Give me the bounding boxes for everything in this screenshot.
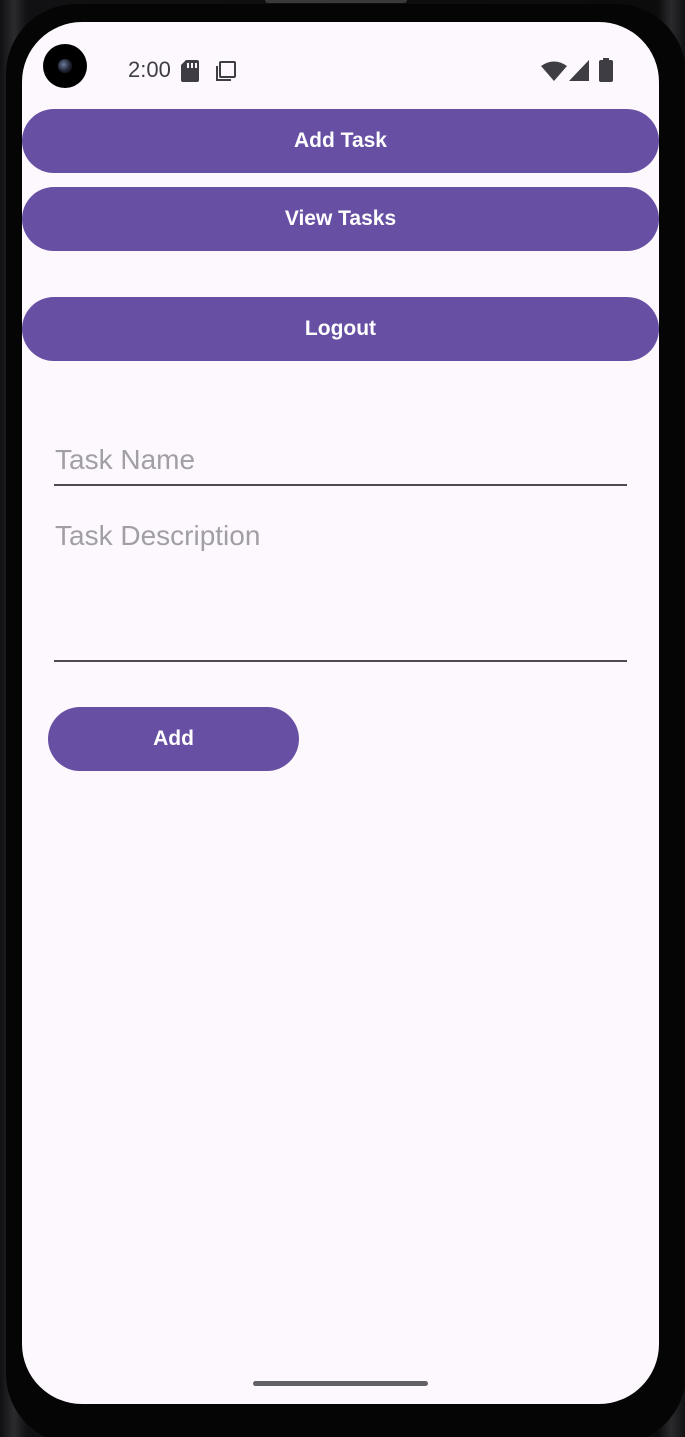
cell-signal-icon: [569, 60, 589, 81]
logout-button[interactable]: Logout: [22, 297, 659, 361]
device-frame: 2:00 Add Task View Tasks Logout Task Nam…: [0, 0, 685, 1437]
device-top-edge: [265, 0, 407, 3]
task-name-placeholder: Task Name: [55, 444, 196, 475]
task-description-field[interactable]: Task Description: [54, 506, 627, 662]
phone-screen: 2:00 Add Task View Tasks Logout Task Nam…: [22, 22, 659, 1404]
wifi-icon: [541, 61, 567, 81]
task-description-placeholder: Task Description: [55, 520, 261, 551]
camera-lens: [58, 59, 72, 73]
status-time: 2:00: [128, 57, 171, 82]
add-button[interactable]: Add: [48, 707, 299, 771]
screenshot-icon: [216, 61, 236, 81]
front-camera-icon: [43, 44, 87, 88]
view-tasks-button[interactable]: View Tasks: [22, 187, 659, 251]
task-name-field[interactable]: Task Name: [54, 432, 627, 486]
sd-card-icon: [181, 60, 199, 82]
battery-icon: [599, 58, 613, 82]
gesture-navigation-bar[interactable]: [253, 1381, 428, 1386]
add-task-button[interactable]: Add Task: [22, 109, 659, 173]
